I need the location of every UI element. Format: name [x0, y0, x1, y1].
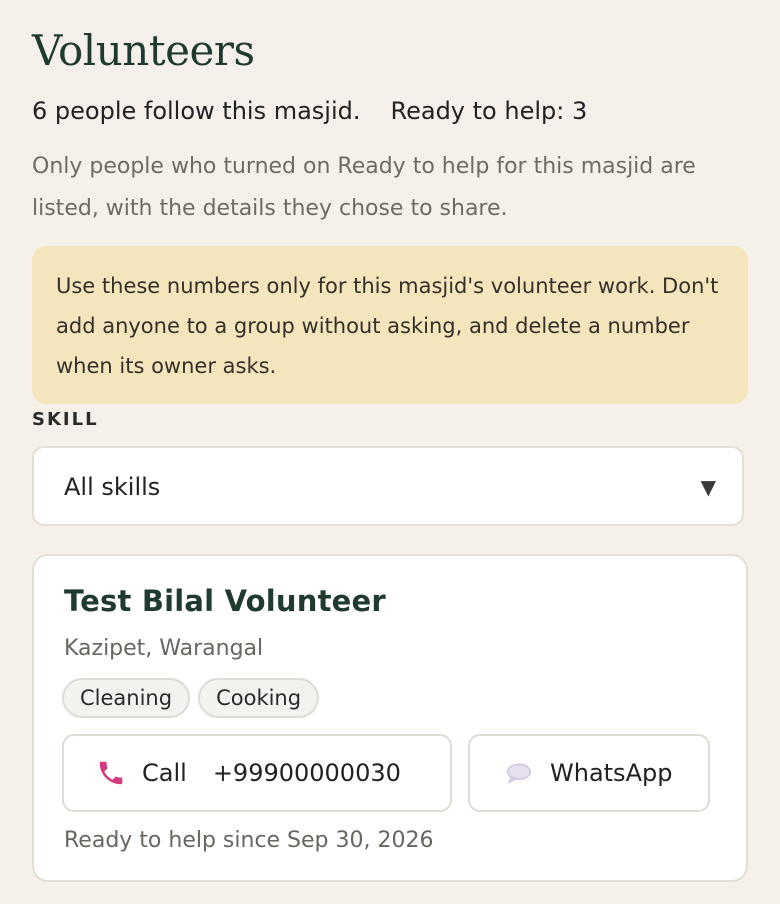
- volunteer-name: Test Bilal Volunteer: [64, 584, 386, 618]
- chat-bubble-icon: [504, 758, 534, 788]
- call-button[interactable]: Call +99900000030: [62, 734, 452, 812]
- volunteer-card: Test Bilal Volunteer Kazipet, Warangal C…: [32, 554, 748, 882]
- whatsapp-button[interactable]: WhatsApp: [468, 734, 710, 812]
- skill-tag: Cleaning: [62, 678, 191, 718]
- skill-filter-value: All skills: [64, 473, 161, 501]
- skill-filter-select[interactable]: All skills ▼: [32, 446, 744, 526]
- followers-count: 6 people follow this masjid.: [32, 97, 361, 125]
- intro-text: Only people who turned on Ready to help …: [32, 154, 696, 221]
- page-title: Volunteers: [32, 26, 255, 75]
- phone-number: +99900000030: [212, 759, 401, 787]
- chevron-down-icon: ▼: [700, 475, 716, 499]
- skill-tags: Cleaning Cooking: [62, 678, 320, 718]
- follow-stats: 6 people follow this masjid. Ready to hel…: [32, 94, 587, 128]
- privacy-notice: Use these numbers only for this masjid's…: [32, 246, 748, 404]
- ready-count: Ready to help: 3: [390, 97, 588, 125]
- ready-since: Ready to help since Sep 30, 2026: [64, 828, 434, 853]
- whatsapp-label: WhatsApp: [550, 759, 673, 787]
- volunteer-location: Kazipet, Warangal: [64, 636, 264, 661]
- phone-icon: [96, 758, 126, 788]
- skill-tag: Cooking: [198, 678, 320, 718]
- call-label: Call: [142, 759, 187, 787]
- skill-filter-label: SKILL: [32, 409, 99, 430]
